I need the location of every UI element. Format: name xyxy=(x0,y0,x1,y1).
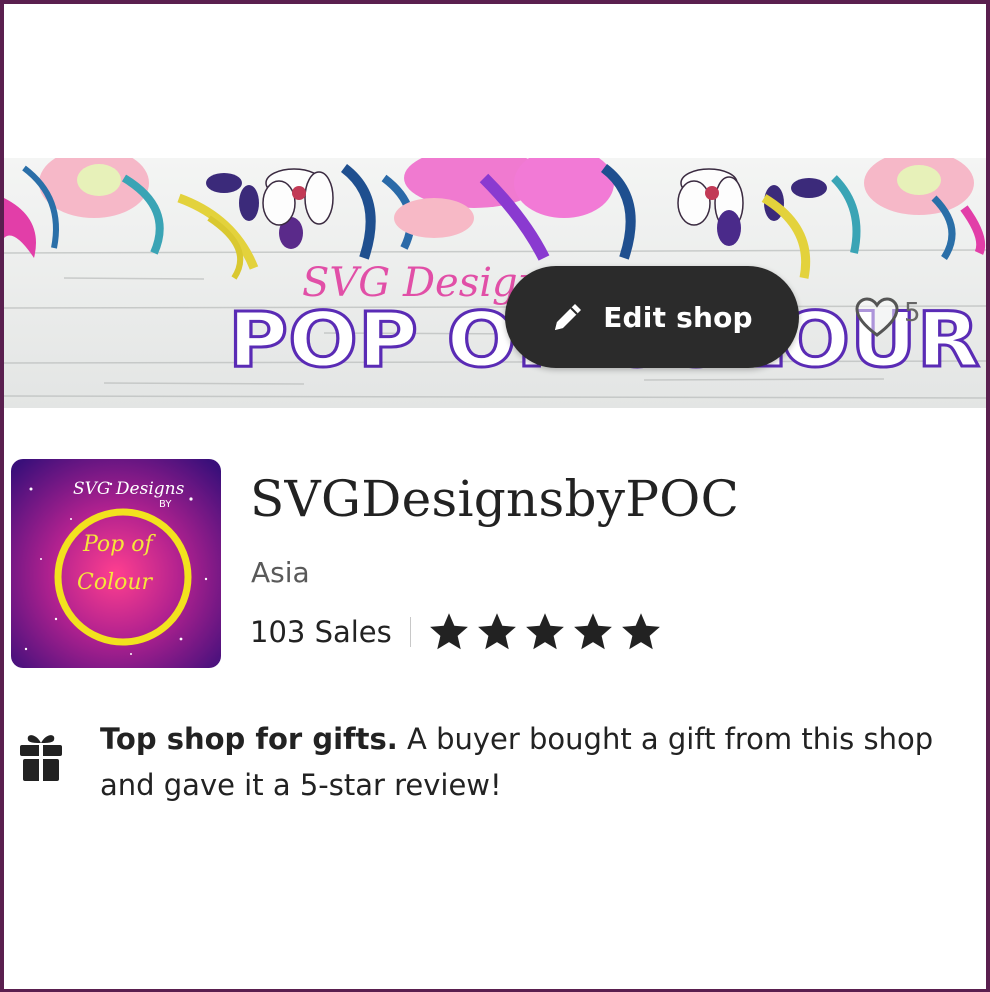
logo-line3: Pop of xyxy=(82,532,156,557)
sales-count: 103 Sales xyxy=(250,615,392,649)
gift-badge-title: Top shop for gifts. xyxy=(100,722,398,756)
gift-badge-text: Top shop for gifts. A buyer bought a gif… xyxy=(100,716,970,808)
shop-logo-art: SVG Designs BY Pop of Colour xyxy=(11,459,221,668)
star-icon xyxy=(429,613,468,650)
star-icon xyxy=(621,613,660,650)
star-icon xyxy=(525,613,564,650)
shop-logo[interactable]: SVG Designs BY Pop of Colour xyxy=(11,459,221,668)
star-icon xyxy=(477,613,516,650)
edit-shop-button[interactable]: Edit shop xyxy=(505,266,799,368)
star-rating[interactable] xyxy=(427,610,663,654)
logo-line1: SVG Designs xyxy=(73,479,185,499)
edit-shop-label: Edit shop xyxy=(603,300,753,334)
divider xyxy=(409,617,411,647)
sales-rating-row: 103 Sales xyxy=(250,608,663,656)
shop-banner: SVG Designs POP OF COLOUR xyxy=(4,158,986,408)
logo-line4: Colour xyxy=(77,570,154,595)
shop-name[interactable]: SVGDesignsbyPOC xyxy=(250,470,739,528)
logo-line2: BY xyxy=(159,499,172,510)
heart-outline-icon[interactable] xyxy=(854,296,900,338)
gift-icon xyxy=(20,735,62,781)
favorite-count: 5 xyxy=(904,298,921,328)
banner-artwork: SVG Designs POP OF COLOUR xyxy=(4,158,986,408)
pencil-icon xyxy=(555,304,582,330)
shop-location: Asia xyxy=(251,556,310,589)
star-icon xyxy=(573,613,612,650)
